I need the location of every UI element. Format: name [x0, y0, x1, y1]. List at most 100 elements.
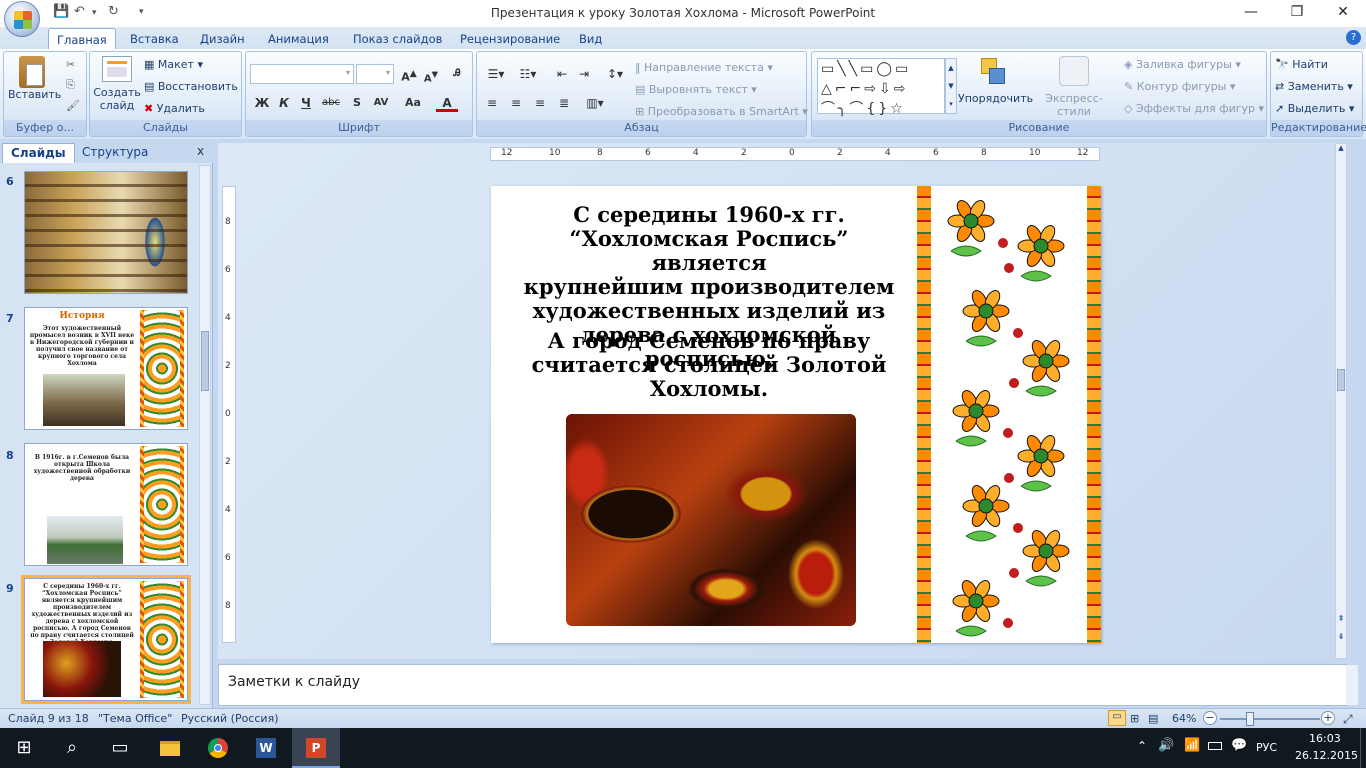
slide-paragraph-2[interactable]: А город Семенов по праву считается столи…	[519, 329, 899, 401]
tab-review[interactable]: Рецензирование	[452, 30, 568, 49]
zoom-slider[interactable]	[1220, 712, 1320, 726]
office-button[interactable]	[4, 1, 40, 37]
show-desktop-button[interactable]	[1360, 728, 1366, 768]
align-left-icon[interactable]: ≡	[481, 94, 503, 112]
current-slide[interactable]: С середины 1960-х гг. “Хохломская Роспис…	[491, 186, 1101, 643]
close-pane-icon[interactable]: x	[197, 144, 204, 158]
select-button[interactable]: ➚ Выделить ▾	[1275, 102, 1354, 115]
notes-scrollbar[interactable]	[1346, 665, 1358, 705]
delete-slide-button[interactable]: ✖ Удалить	[144, 102, 205, 115]
bullets-icon[interactable]: ☰▾	[481, 65, 511, 83]
volume-icon[interactable]: 🔊	[1158, 738, 1174, 753]
khokhloma-photo[interactable]	[566, 414, 856, 626]
tab-design[interactable]: Дизайн	[192, 30, 253, 49]
find-button[interactable]: 🔭 Найти	[1275, 58, 1328, 71]
align-text-button[interactable]: ▤ Выровнять текст ▾	[635, 83, 757, 96]
grow-font-icon[interactable]: A▲	[398, 65, 420, 84]
powerpoint-icon[interactable]: P	[292, 728, 340, 768]
strike-button[interactable]: abc	[318, 94, 344, 112]
italic-button[interactable]: К	[273, 94, 295, 112]
tab-slideshow[interactable]: Показ слайдов	[345, 30, 450, 49]
tray-expand-icon[interactable]: ⌃	[1137, 739, 1147, 753]
shrink-font-icon[interactable]: A▼	[420, 65, 442, 84]
close-button[interactable]: ✕	[1320, 0, 1366, 27]
decrease-indent-icon[interactable]: ⇤	[551, 65, 573, 83]
align-right-icon[interactable]: ≡	[529, 94, 551, 112]
justify-icon[interactable]: ≣	[553, 94, 575, 112]
normal-view-icon[interactable]: ▭	[1108, 710, 1126, 726]
editor-scroll-thumb[interactable]	[1337, 369, 1345, 391]
numbering-icon[interactable]: ☷▾	[513, 65, 543, 83]
slide-thumbnail-9[interactable]: С середины 1960-х гг. “Хохломская Роспис…	[21, 575, 191, 704]
font-family-combo[interactable]: ▾	[250, 64, 354, 84]
tab-home[interactable]: Главная	[48, 28, 116, 50]
slides-scroll-thumb[interactable]	[201, 331, 209, 391]
quick-styles-button[interactable]: Экспресс-стили	[1032, 56, 1116, 118]
minimize-button[interactable]: —	[1228, 0, 1274, 27]
task-view-icon[interactable]: ▭	[96, 728, 144, 768]
restore-button[interactable]: ❐	[1274, 0, 1320, 27]
shapes-scroll[interactable]: ▲ ▼ ▾	[945, 58, 957, 114]
bold-button[interactable]: Ж	[251, 94, 273, 112]
zoom-out-icon[interactable]: −	[1203, 711, 1217, 725]
font-size-combo[interactable]: ▾	[356, 64, 394, 84]
next-slide-icon[interactable]: ⇟	[1336, 632, 1346, 641]
slide-thumbnail-6[interactable]	[24, 171, 188, 294]
align-center-icon[interactable]: ≡	[505, 94, 527, 112]
zoom-in-icon[interactable]: +	[1321, 711, 1335, 725]
input-language[interactable]: РУС	[1256, 741, 1277, 754]
notes-pane[interactable]: Заметки к слайду	[218, 664, 1358, 706]
slideshow-view-icon[interactable]: ▤	[1148, 712, 1158, 725]
increase-indent-icon[interactable]: ⇥	[573, 65, 595, 83]
fit-slide-icon[interactable]: ⤢	[1343, 712, 1353, 727]
cut-icon[interactable]: ✂	[66, 58, 75, 71]
language-status[interactable]: Русский (Россия)	[181, 712, 279, 725]
chrome-icon[interactable]	[194, 728, 242, 768]
tab-animation[interactable]: Анимация	[260, 30, 337, 49]
arrange-button[interactable]: Упорядочить	[958, 56, 1033, 105]
zoom-level[interactable]: 64%	[1172, 712, 1196, 725]
char-spacing-button[interactable]: AV	[370, 94, 392, 112]
tab-insert[interactable]: Вставка	[122, 30, 187, 49]
prev-slide-icon[interactable]: ⇞	[1336, 614, 1346, 623]
khokhloma-ornament[interactable]	[917, 186, 1101, 643]
editor-scrollbar[interactable]: ▲ ⇞ ⇟	[1335, 143, 1347, 659]
network-icon[interactable]: 📶	[1184, 738, 1200, 753]
replace-button[interactable]: ⇄ Заменить ▾	[1275, 80, 1353, 93]
text-direction-button[interactable]: ‖ Направление текста ▾	[635, 61, 773, 74]
columns-icon[interactable]: ▥▾	[581, 94, 609, 112]
slide-thumbnail-7[interactable]: История Этот художественный промысел воз…	[24, 307, 188, 430]
start-icon[interactable]: ⊞	[0, 728, 48, 768]
copy-icon[interactable]: ⎘	[66, 78, 75, 92]
slide-thumbnail-8[interactable]: В 1916г. в г.Семенов была открыта Школа …	[24, 443, 188, 566]
clock-time[interactable]: 16:03	[1309, 732, 1341, 745]
help-icon[interactable]: ?	[1346, 30, 1361, 45]
file-explorer-icon[interactable]	[146, 728, 194, 768]
change-case-button[interactable]: Аа	[400, 94, 426, 112]
shape-fill-button[interactable]: ◈ Заливка фигуры ▾	[1124, 58, 1241, 71]
slides-scrollbar[interactable]	[199, 165, 211, 705]
tab-outline[interactable]: Структура	[74, 143, 156, 163]
search-icon[interactable]: ⌕	[48, 728, 96, 768]
clear-format-icon[interactable]: Ꭿ	[446, 65, 468, 83]
shape-effects-button[interactable]: ◇ Эффекты для фигур ▾	[1124, 102, 1264, 115]
word-icon[interactable]: W	[242, 728, 290, 768]
new-slide-button[interactable]: Создать слайд	[92, 56, 142, 112]
editor-scroll-up-icon[interactable]: ▲	[1336, 144, 1346, 152]
line-spacing-icon[interactable]: ↕▾	[601, 65, 629, 83]
format-painter-icon[interactable]: 🖌	[66, 99, 80, 112]
layout-button[interactable]: ▦ Макет ▾	[144, 58, 203, 71]
battery-icon[interactable]	[1208, 742, 1222, 750]
underline-button[interactable]: Ч	[295, 94, 317, 112]
shadow-text-icon[interactable]: S	[346, 94, 368, 112]
smartart-button[interactable]: ⊞ Преобразовать в SmartArt ▾	[635, 105, 808, 118]
theme-name[interactable]: "Тема Office"	[98, 712, 172, 725]
reset-button[interactable]: ▤ Восстановить	[144, 80, 238, 93]
paste-button[interactable]: Вставить	[8, 56, 61, 101]
slide-sorter-icon[interactable]: ⊞	[1130, 712, 1139, 725]
notifications-icon[interactable]: 💬	[1231, 738, 1247, 753]
tab-view[interactable]: Вид	[571, 30, 610, 49]
zoom-slider-thumb[interactable]	[1245, 712, 1254, 726]
clock-date[interactable]: 26.12.2015	[1295, 749, 1358, 762]
shapes-gallery[interactable]: ▭╲╲▭◯▭ △⌐⌐⇨⇩⇨ ⌒╮⌒{}☆	[817, 58, 945, 117]
